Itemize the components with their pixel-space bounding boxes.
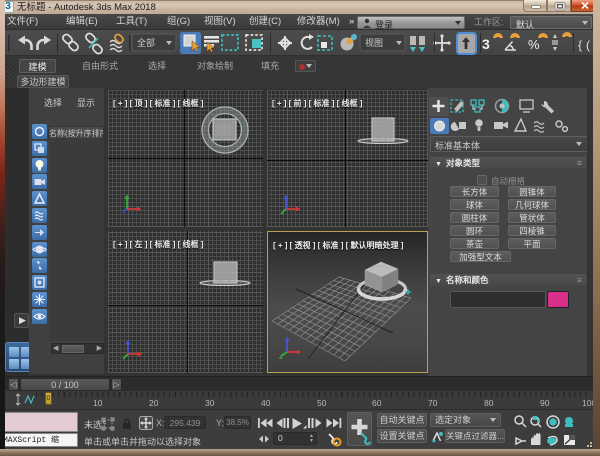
- svg-text:(: (: [586, 38, 590, 52]
- svg-text:{: {: [578, 38, 582, 52]
- svg-text:视图: 视图: [365, 37, 383, 48]
- svg-text:3: 3: [482, 36, 490, 52]
- svg-text:全部: 全部: [137, 37, 155, 48]
- svg-text:%: %: [528, 37, 540, 52]
